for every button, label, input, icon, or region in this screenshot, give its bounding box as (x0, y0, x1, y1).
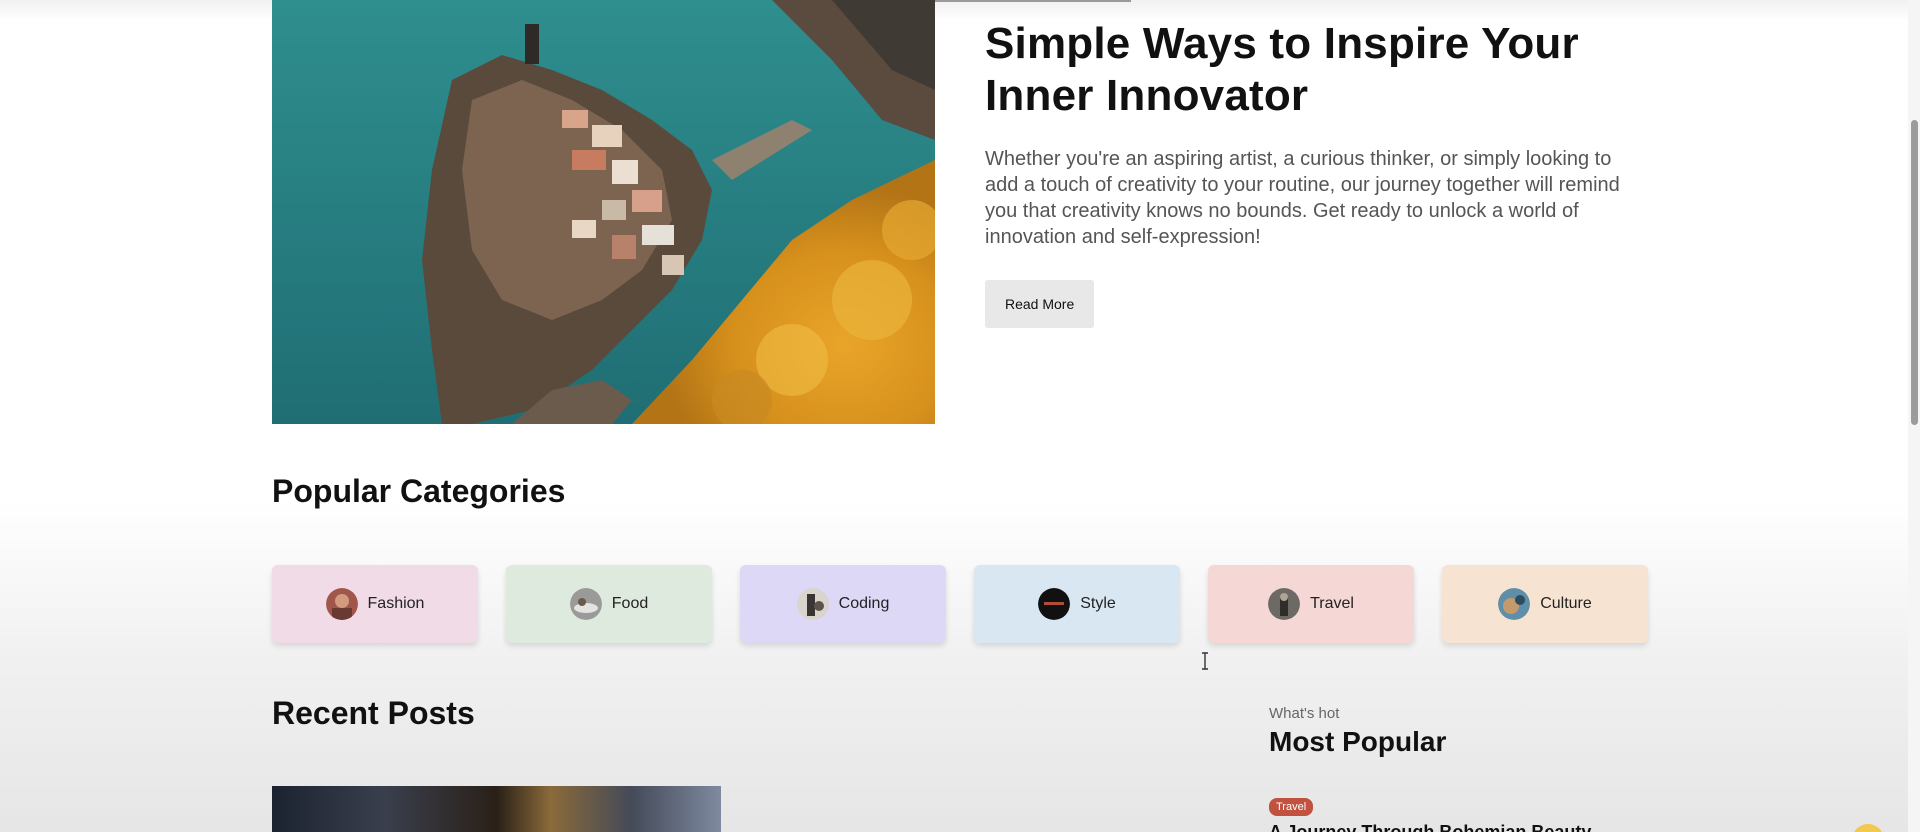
floating-badge[interactable] (1852, 824, 1884, 832)
most-popular-title: Most Popular (1269, 726, 1447, 757)
recent-post-thumbnail[interactable] (272, 786, 721, 832)
category-label: Style (1080, 595, 1116, 612)
read-more-button[interactable]: Read More (985, 280, 1095, 328)
category-card-travel[interactable]: Travel (1208, 565, 1414, 643)
category-card-fashion[interactable]: Fashion (272, 565, 478, 643)
travel-avatar (1268, 588, 1301, 620)
culture-avatar (1498, 588, 1531, 620)
category-card-food[interactable]: Food (506, 565, 712, 643)
text-cursor-icon (1202, 652, 1208, 670)
category-card-culture[interactable]: Culture (1442, 565, 1648, 643)
page: Simple Ways to Inspire Your Inner Innova… (0, 0, 1920, 832)
category-label: Fashion (367, 595, 425, 612)
hero-text: Simple Ways to Inspire Your Inner Innova… (985, 18, 1645, 328)
food-avatar (569, 588, 602, 620)
category-tag-travel[interactable]: Travel (1269, 798, 1314, 816)
popular-categories-title: Popular Categories (272, 473, 566, 509)
coding-avatar (796, 588, 829, 620)
recent-posts-title: Recent Posts (272, 695, 475, 731)
fashion-avatar (325, 588, 358, 620)
active-indicator (935, 0, 1131, 2)
whats-hot-label: What's hot (1269, 705, 1340, 722)
style-avatar (1038, 588, 1071, 620)
category-card-coding[interactable]: Coding (740, 565, 946, 643)
categories-row: Fashion Food Coding Style Travel Culture (272, 565, 1648, 645)
hero-description: Whether you're an aspiring artist, a cur… (985, 148, 1620, 248)
hero-title[interactable]: Simple Ways to Inspire Your Inner Innova… (985, 18, 1645, 122)
hero-image-art (272, 0, 935, 424)
category-label: Food (611, 595, 649, 612)
category-label: Coding (838, 595, 890, 612)
category-label: Culture (1540, 595, 1592, 612)
hero-image[interactable] (272, 0, 935, 424)
category-card-style[interactable]: Style (974, 565, 1180, 643)
category-label: Travel (1310, 595, 1354, 612)
scrollbar-thumb[interactable] (1911, 120, 1918, 425)
popular-post-title[interactable]: A Journey Through Bohemian Beauty (1269, 822, 1591, 832)
